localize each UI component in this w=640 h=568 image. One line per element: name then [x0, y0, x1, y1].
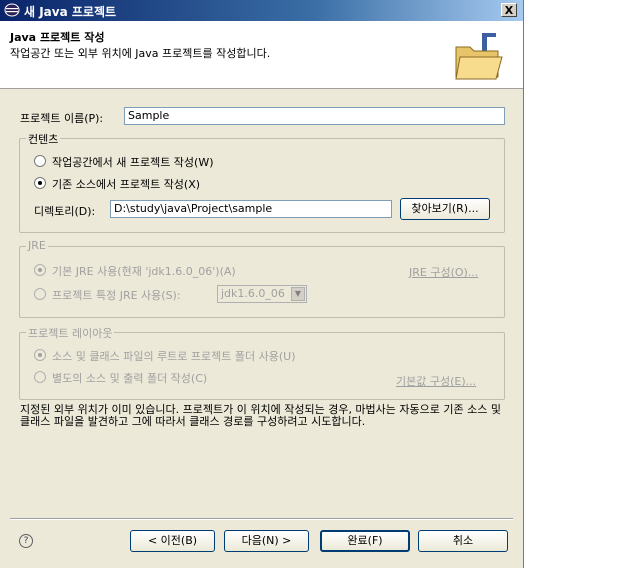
- radio-label: 프로젝트 특정 JRE 사용(S):: [52, 289, 181, 302]
- button-bar-divider: [10, 518, 513, 520]
- jre-select-value: jdk1.6.0_06: [221, 287, 285, 300]
- radio-indicator: [34, 177, 46, 189]
- jre-group: JRE 기본 JRE 사용(현재 'jdk1.6.0_06')(A) JRE 구…: [19, 239, 505, 318]
- contents-legend: 컨텐츠: [26, 131, 61, 147]
- create-in-workspace-radio[interactable]: 작업공간에서 새 프로젝트 작성(W): [34, 154, 214, 170]
- radio-label: 기본 JRE 사용(현재 'jdk1.6.0_06')(A): [52, 265, 236, 278]
- radio-label: 기존 소스에서 프로젝트 작성(X): [52, 178, 201, 191]
- default-jre-radio[interactable]: 기본 JRE 사용(현재 'jdk1.6.0_06')(A): [34, 263, 236, 279]
- back-button[interactable]: < 이전(B): [130, 530, 215, 552]
- chevron-down-icon: ▼: [291, 287, 305, 301]
- window-title: 새 Java 프로젝트: [24, 5, 117, 19]
- project-name-input[interactable]: Sample: [124, 107, 505, 125]
- wizard-banner: Java 프로젝트 작성 작업공간 또는 외부 위치에 Java 프로젝트를 작…: [0, 21, 523, 89]
- jre-select[interactable]: jdk1.6.0_06 ▼: [217, 285, 307, 303]
- next-button[interactable]: 다음(N) >: [224, 530, 309, 552]
- jre-legend: JRE: [26, 239, 48, 252]
- finish-button[interactable]: 완료(F): [320, 530, 410, 552]
- project-name-label: 프로젝트 이름(P):: [20, 112, 104, 125]
- status-message: 지정된 외부 위치가 이미 있습니다. 프로젝트가 이 위치에 작성되는 경우,…: [20, 403, 501, 428]
- project-specific-jre-radio[interactable]: 프로젝트 특정 JRE 사용(S):: [34, 287, 181, 303]
- separate-folders-radio[interactable]: 별도의 소스 및 출력 폴더 작성(C): [34, 370, 207, 386]
- new-java-project-dialog: 새 Java 프로젝트 X Java 프로젝트 작성 작업공간 또는 외부 위치…: [0, 0, 524, 568]
- banner-description: 작업공간 또는 외부 위치에 Java 프로젝트를 작성합니다.: [10, 47, 271, 60]
- configure-defaults-link[interactable]: 기본값 구성(E)...: [396, 373, 476, 389]
- cancel-button[interactable]: 취소: [418, 530, 508, 552]
- radio-indicator: [34, 155, 46, 167]
- folder-icon: [455, 33, 503, 80]
- radio-label: 작업공간에서 새 프로젝트 작성(W): [52, 156, 214, 169]
- browse-button[interactable]: 찾아보기(R)...: [400, 198, 490, 220]
- radio-indicator: [34, 371, 46, 383]
- directory-label: 디렉토리(D):: [34, 205, 96, 218]
- configure-jre-link[interactable]: JRE 구성(O)...: [409, 264, 478, 280]
- radio-label: 별도의 소스 및 출력 폴더 작성(C): [52, 372, 208, 385]
- radio-indicator: [34, 288, 46, 300]
- project-layout-legend: 프로젝트 레이아웃: [26, 325, 115, 341]
- title-bar[interactable]: 새 Java 프로젝트 X: [0, 0, 523, 21]
- banner-title: Java 프로젝트 작성: [10, 31, 105, 44]
- radio-indicator: [34, 264, 46, 276]
- close-button[interactable]: X: [501, 3, 517, 17]
- radio-indicator: [34, 349, 46, 361]
- use-project-folder-radio[interactable]: 소스 및 클래스 파일의 루트로 프로젝트 폴더 사용(U): [34, 348, 296, 364]
- create-from-existing-radio[interactable]: 기존 소스에서 프로젝트 작성(X): [34, 176, 200, 192]
- help-icon[interactable]: ?: [19, 534, 33, 548]
- project-layout-group: 프로젝트 레이아웃 소스 및 클래스 파일의 루트로 프로젝트 폴더 사용(U)…: [19, 325, 505, 400]
- eclipse-icon: [4, 3, 20, 17]
- radio-label: 소스 및 클래스 파일의 루트로 프로젝트 폴더 사용(U): [52, 350, 296, 363]
- contents-group: 컨텐츠 작업공간에서 새 프로젝트 작성(W) 기존 소스에서 프로젝트 작성(…: [19, 131, 505, 233]
- directory-input[interactable]: D:\study\java\Project\sample: [110, 200, 392, 218]
